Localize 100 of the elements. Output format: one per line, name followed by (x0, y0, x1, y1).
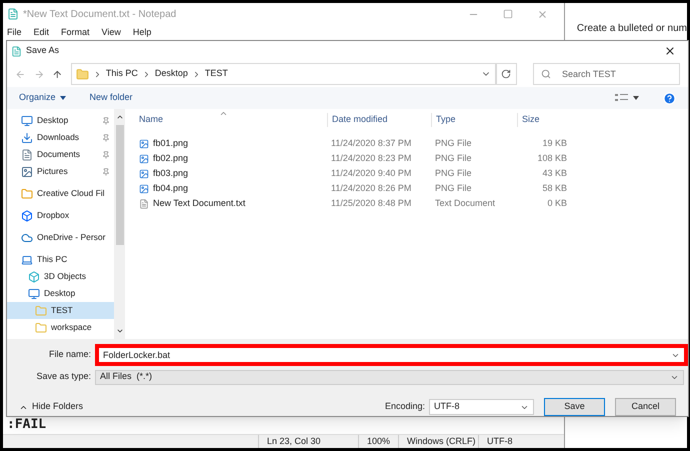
cube-icon (28, 270, 40, 282)
field-label: Save as type: (35, 370, 92, 384)
menu-item[interactable]: Format (61, 26, 90, 40)
status-item: UTF-8 (478, 435, 538, 448)
sidebar-item[interactable]: Desktop (7, 285, 114, 302)
new-folder-button[interactable]: New folder (90, 91, 133, 105)
folder-icon (76, 68, 89, 80)
folder-icon (35, 322, 47, 334)
image-file-icon (139, 154, 149, 164)
size-cell-text: 58 KB (541, 182, 568, 195)
organize-button[interactable]: Organize (19, 91, 66, 105)
type-cell-text: Text Document (434, 196, 496, 210)
file-name-field[interactable]: FolderLocker.bat (95, 344, 688, 366)
monitor-icon (21, 114, 33, 126)
file-name: fb04.png (153, 182, 188, 195)
breadcrumb[interactable]: This PC (106, 67, 138, 81)
folder-icon (21, 188, 33, 200)
sort-icon (219, 109, 228, 118)
scrollbar[interactable] (114, 109, 125, 339)
search-icon (540, 69, 551, 79)
sidebar-item[interactable]: Downloads (7, 129, 114, 146)
image-file-icon (139, 168, 149, 178)
menu-item[interactable]: Edit (34, 26, 50, 40)
file-row[interactable]: fb01.png 11/24/2020 8:37 PM PNG File 19 KB (139, 136, 688, 151)
size-cell-text: 43 KB (541, 166, 568, 180)
field-label: Encoding: (384, 400, 425, 414)
date-cell-text: 11/24/2020 8:26 PM (330, 182, 412, 195)
scroll-down-icon[interactable] (116, 327, 124, 335)
size-cell-text: 0 KB (546, 196, 568, 210)
status-item: Ln 23, Col 30 (258, 435, 358, 448)
sidebar-item[interactable]: Creative Cloud Fil (7, 185, 114, 202)
column-header[interactable]: Type (431, 113, 517, 127)
file-row[interactable]: fb04.png 11/24/2020 8:26 PM PNG File 58 KB (139, 181, 688, 196)
file-row[interactable]: fb03.png 11/24/2020 9:40 PM PNG File 43 KB (139, 166, 688, 181)
folder-icon (35, 304, 47, 316)
close-icon[interactable] (664, 45, 676, 57)
image-file-icon (139, 184, 149, 194)
type-cell-text: PNG File (434, 136, 473, 150)
date-cell-text: 11/24/2020 8:37 PM (330, 136, 412, 150)
notepad-icon (11, 46, 22, 56)
document-icon (21, 148, 33, 160)
type-cell-text: PNG File (434, 166, 473, 180)
save-button[interactable]: Save (544, 398, 605, 416)
text-file-icon (139, 198, 149, 208)
status-item: 100% (358, 435, 398, 448)
sidebar-item[interactable]: Pictures (7, 163, 114, 180)
refresh-icon (501, 69, 512, 79)
breadcrumb[interactable]: Desktop (154, 67, 188, 81)
cancel-button[interactable]: Cancel (615, 398, 676, 416)
monitor-icon (28, 288, 40, 300)
file-name: fb01.png (153, 136, 188, 150)
address-bar[interactable]: This PC Desktop TEST (70, 63, 496, 85)
box-icon (21, 210, 33, 222)
help-icon[interactable] (663, 92, 676, 104)
sidebar-item[interactable]: Desktop (7, 112, 114, 129)
sidebar-item[interactable]: Documents (7, 146, 114, 163)
date-cell-text: 11/24/2020 8:23 PM (330, 152, 412, 165)
caret-icon[interactable] (671, 351, 680, 360)
file-row[interactable]: New Text Document.txt 11/25/2020 8:48 PM Text Document 0 KB (139, 196, 688, 211)
caret-icon (60, 96, 66, 100)
menu-item[interactable]: File (7, 26, 22, 40)
type-dropdown[interactable]: All Files (*.*) (95, 370, 684, 384)
column-header[interactable]: Date modified (327, 113, 431, 127)
file-row[interactable]: fb02.png 11/24/2020 8:23 PM PNG File 108 KB (139, 151, 688, 166)
window-title: *New Text Document.txt - Notepad (23, 8, 176, 22)
cloud-icon (21, 232, 33, 244)
size-cell-text: 19 KB (541, 136, 568, 150)
download-icon (21, 132, 33, 144)
dialog-title: Save As (26, 44, 60, 58)
sidebar-item[interactable]: This PC (7, 251, 114, 268)
sidebar-item[interactable]: 3D Objects (7, 268, 114, 285)
type-cell-text: PNG File (434, 182, 473, 195)
file-name: fb03.png (153, 166, 188, 180)
sidebar-item[interactable]: TEST (7, 302, 114, 319)
breadcrumb[interactable]: TEST (204, 67, 228, 81)
panel-text: Create a bulleted or num (576, 23, 687, 34)
sidebar-item[interactable]: workspace (7, 319, 114, 336)
hide-folders-button[interactable]: Hide Folders (19, 400, 84, 414)
scroll-up-icon[interactable] (116, 113, 124, 121)
refresh-button[interactable] (496, 63, 517, 85)
sidebar-item[interactable]: OneDrive - Persor (7, 229, 114, 246)
type-cell-text: PNG File (434, 152, 473, 165)
menu-item[interactable]: Help (132, 26, 152, 40)
size-cell-text: 108 KB (536, 152, 568, 165)
search-field[interactable]: Search TEST (532, 63, 680, 85)
text-line: :FAIL (7, 416, 46, 434)
image-file-icon (139, 138, 149, 148)
caret-icon[interactable] (633, 96, 639, 100)
date-cell-text: 11/25/2020 8:48 PM (330, 196, 412, 210)
encoding-dropdown[interactable]: UTF-8 (429, 399, 534, 415)
column-header[interactable]: Size (517, 113, 575, 127)
column-header[interactable]: Name (139, 113, 327, 127)
image-icon (21, 166, 33, 178)
sidebar-item[interactable]: Dropbox (7, 207, 114, 224)
up-icon[interactable] (52, 68, 63, 80)
file-name: fb02.png (153, 152, 188, 165)
field-label: File name: (48, 348, 92, 362)
status-item: Windows (CRLF) (398, 435, 478, 448)
menu-item[interactable]: View (102, 26, 121, 40)
date-cell-text: 11/24/2020 9:40 PM (330, 166, 412, 180)
